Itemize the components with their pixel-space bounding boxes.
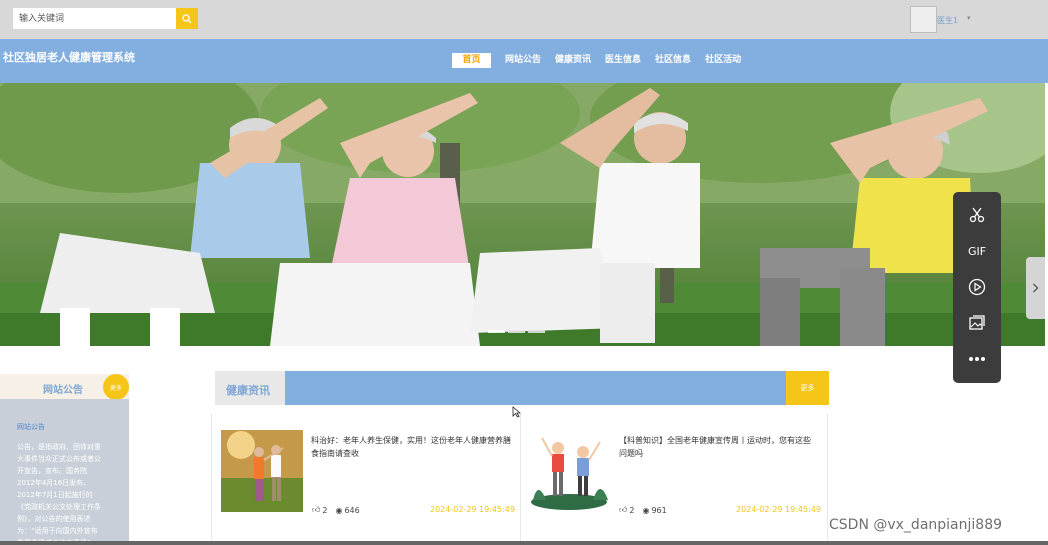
hero-banner[interactable] xyxy=(0,83,1045,346)
scissors-icon xyxy=(969,207,985,223)
banner-dot[interactable] xyxy=(488,330,505,333)
floating-toolbar: GIF xyxy=(953,192,1001,383)
news-title: 健康资讯 xyxy=(226,384,270,397)
nav-item-activities[interactable]: 社区活动 xyxy=(705,53,741,68)
banner-pagination xyxy=(488,330,548,333)
search-icon xyxy=(182,13,192,23)
search-button[interactable] xyxy=(176,8,198,29)
chevron-right-icon xyxy=(1033,283,1039,293)
banner-dot[interactable] xyxy=(528,330,545,333)
like-count: 2 xyxy=(322,505,328,515)
eye-icon: ◉ xyxy=(335,505,343,515)
like-count: 2 xyxy=(629,505,635,515)
news-header xyxy=(215,371,829,405)
news-thumbnail[interactable] xyxy=(528,430,610,512)
news-item-date: 2024-02-29 19:45:49 xyxy=(430,505,515,514)
notice-text: 公告，是指政府、团体对重大事件当众正式公布或者公开宣告，宣布。国务院2012年4… xyxy=(17,443,101,545)
news-item-stats: 👍︎ 2 ◉ 961 xyxy=(619,505,667,515)
news-card[interactable]: 科治好：老年人养生保健，实用！这份老年人健康营养膳食指南请查收 👍︎ 2 ◉ 6… xyxy=(211,414,521,541)
gif-button[interactable]: GIF xyxy=(953,236,1001,266)
watermark: CSDN @vx_danpianji889 xyxy=(829,517,1003,533)
play-circle-icon xyxy=(968,278,986,296)
nav-item-doctors[interactable]: 医生信息 xyxy=(605,53,641,68)
notice-panel: 网站公告 公告，是指政府、团体对重大事件当众正式公布或者公开宣告，宣布。国务院2… xyxy=(0,399,129,545)
more-dots-icon xyxy=(969,357,985,361)
view-count: 646 xyxy=(344,505,360,515)
notice-link[interactable]: 网站公告 xyxy=(17,422,45,432)
search-input[interactable] xyxy=(13,8,176,29)
chevron-down-icon[interactable]: ▾ xyxy=(967,14,971,22)
mouse-cursor-icon xyxy=(512,406,521,418)
news-item-title[interactable]: 科治好：老年人养生保健，实用！这份老年人健康营养膳食指南请查收 xyxy=(311,434,511,460)
notice-title: 网站公告 xyxy=(43,385,83,396)
record-button[interactable] xyxy=(953,272,1001,302)
page-bottom-divider xyxy=(0,541,1048,545)
top-bar: 医生1 ▾ xyxy=(0,0,1048,39)
banner-image xyxy=(0,83,1045,346)
nav-item-community[interactable]: 社区信息 xyxy=(655,53,691,68)
main-nav: 首页 网站公告 健康资讯 医生信息 社区信息 社区活动 xyxy=(452,53,755,68)
site-title: 社区独居老人健康管理系统 xyxy=(3,51,135,64)
view-count: 961 xyxy=(651,505,667,515)
nav-bar: 社区独居老人健康管理系统 首页 网站公告 健康资讯 医生信息 社区信息 社区活动 xyxy=(0,39,1048,83)
eye-icon: ◉ xyxy=(642,505,650,515)
news-item-stats: 👍︎ 2 ◉ 646 xyxy=(312,505,360,515)
image-button[interactable] xyxy=(953,308,1001,338)
notice-more-button[interactable]: 更多 xyxy=(103,374,129,400)
scissors-button[interactable] xyxy=(953,200,1001,230)
news-thumbnail[interactable] xyxy=(221,430,303,512)
banner-dot[interactable] xyxy=(508,330,525,333)
username[interactable]: 医生1 xyxy=(937,15,958,26)
news-card[interactable]: 【科普知识】全国老年健康宣传周丨运动时，您有这些问题吗 👍︎ 2 ◉ 961 2… xyxy=(520,414,828,541)
side-expand-tab[interactable] xyxy=(1026,257,1045,319)
news-item-title[interactable]: 【科普知识】全国老年健康宣传周丨运动时，您有这些问题吗 xyxy=(619,434,817,460)
avatar[interactable] xyxy=(910,6,937,33)
news-item-date: 2024-02-29 19:45:49 xyxy=(736,505,821,514)
thumb-up-icon[interactable]: 👍︎ xyxy=(312,505,320,515)
image-icon xyxy=(969,315,985,330)
nav-item-health-news[interactable]: 健康资讯 xyxy=(555,53,591,68)
gif-icon: GIF xyxy=(967,244,987,258)
thumb-up-icon[interactable]: 👍︎ xyxy=(619,505,627,515)
news-more-button[interactable]: 更多 xyxy=(786,371,829,405)
nav-item-home[interactable]: 首页 xyxy=(452,53,491,68)
more-button[interactable] xyxy=(953,344,1001,374)
nav-item-announcements[interactable]: 网站公告 xyxy=(505,53,541,68)
